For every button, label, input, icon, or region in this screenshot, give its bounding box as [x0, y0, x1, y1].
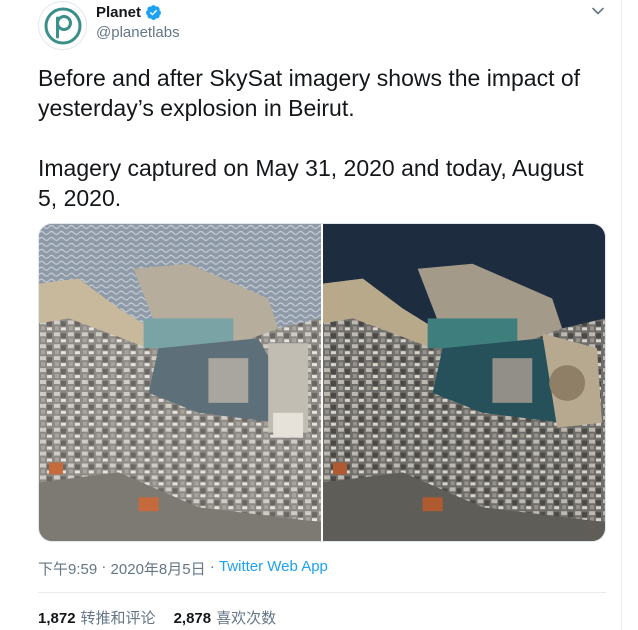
satellite-image-before[interactable] — [39, 224, 321, 541]
meta-separator: · — [205, 558, 219, 575]
likes-label: 喜欢次数 — [216, 610, 277, 627]
tweet-source-link[interactable]: Twitter Web App — [219, 558, 328, 579]
media-grid[interactable] — [38, 223, 606, 542]
column-border — [621, 0, 622, 630]
satellite-image-after[interactable] — [323, 224, 605, 541]
tweet-metadata: 下午9:59 · 2020年8月5日 · Twitter Web App — [38, 558, 328, 579]
author-handle[interactable]: @planetlabs — [96, 24, 180, 41]
author-name-row[interactable]: Planet — [96, 4, 162, 21]
likes-count: 2,878 — [173, 610, 212, 627]
retweets-label: 转推和评论 — [80, 610, 156, 627]
retweets-stat[interactable]: 1,872 转推和评论 — [38, 607, 156, 628]
tweet-text: Before and after SkySat imagery shows th… — [38, 65, 584, 211]
avatar[interactable] — [38, 1, 87, 50]
retweets-count: 1,872 — [38, 610, 76, 627]
stats-divider — [38, 592, 606, 593]
tweet-time[interactable]: 下午9:59 — [38, 558, 97, 579]
meta-separator: · — [97, 558, 111, 575]
display-name[interactable]: Planet — [96, 4, 141, 21]
planet-logo-icon — [44, 7, 81, 44]
chevron-down-icon[interactable] — [591, 4, 605, 18]
likes-stat[interactable]: 2,878 喜欢次数 — [174, 607, 277, 628]
engagement-stats: 1,872 转推和评论 2,878 喜欢次数 — [38, 607, 276, 628]
verified-badge-icon — [146, 5, 161, 20]
tweet-date[interactable]: 2020年8月5日 — [111, 558, 206, 579]
